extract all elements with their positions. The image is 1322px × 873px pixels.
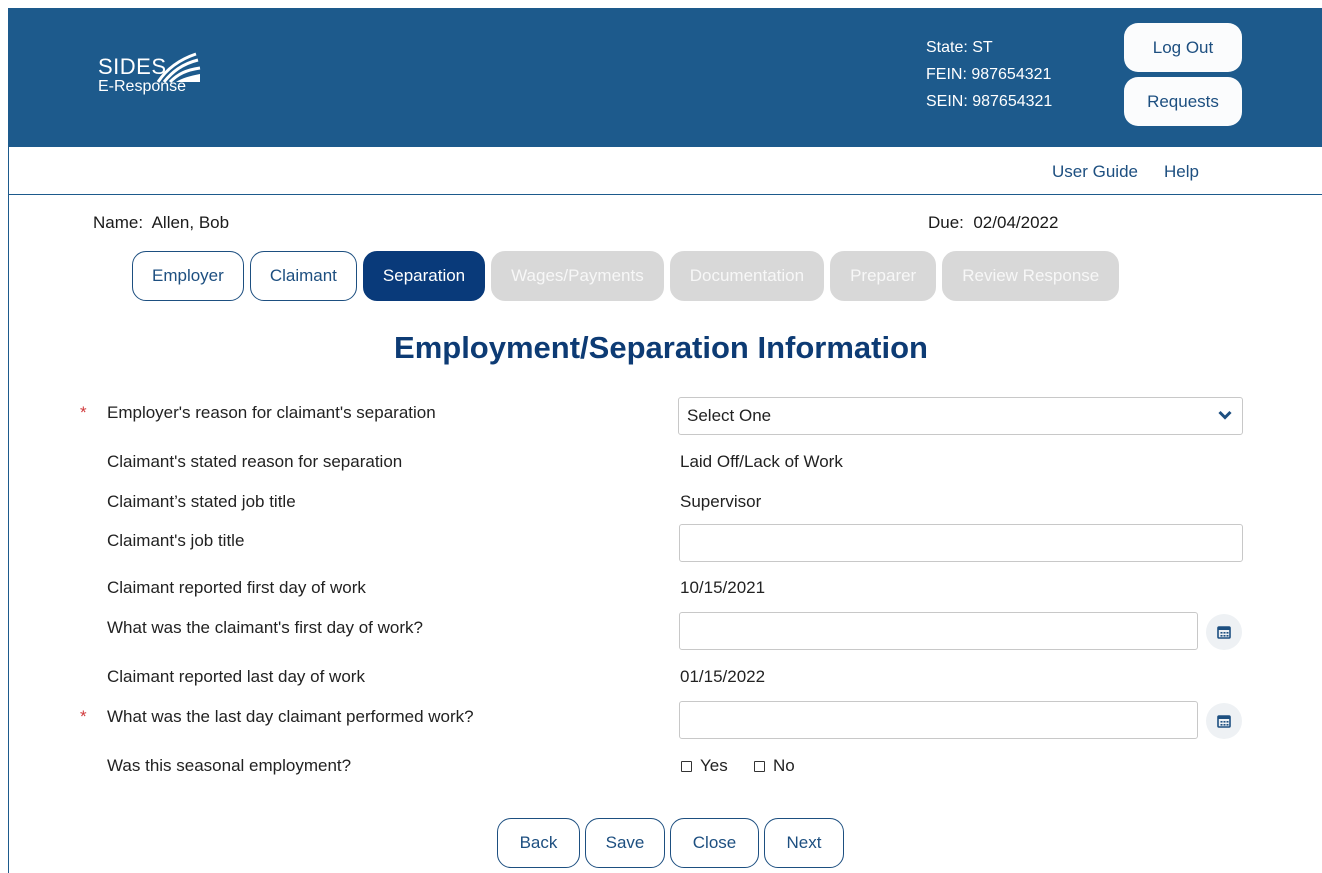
- tab-employer[interactable]: Employer: [132, 251, 244, 301]
- last-day-label: What was the last day claimant performed…: [107, 707, 474, 726]
- close-button[interactable]: Close: [670, 818, 759, 868]
- chevron-down-icon: [1218, 410, 1232, 420]
- header-bar: SIDES E-Response State: ST FEIN: 9876543…: [8, 8, 1322, 147]
- claimant-stated-title-label: Claimant’s stated job title: [107, 492, 296, 511]
- top-links: User Guide Help: [1052, 162, 1225, 182]
- tab-claimant[interactable]: Claimant: [249, 251, 357, 301]
- tab-documentation: Documentation: [669, 251, 825, 301]
- tab-separation[interactable]: Separation: [362, 251, 486, 301]
- logout-button[interactable]: Log Out: [1124, 23, 1242, 72]
- first-day-label: What was the claimant's first day of wor…: [107, 618, 423, 637]
- requests-button[interactable]: Requests: [1124, 77, 1242, 126]
- tab-preparer: Preparer: [830, 251, 937, 301]
- yes-label: Yes: [700, 756, 728, 775]
- job-title-label: Claimant's job title: [107, 531, 245, 550]
- claimant-reason-value: Laid Off/Lack of Work: [680, 452, 843, 471]
- help-link[interactable]: Help: [1164, 162, 1199, 181]
- claimant-stated-title-value: Supervisor: [680, 492, 762, 511]
- claimant-reason-label: Claimant's stated reason for separation: [107, 452, 403, 471]
- user-guide-link[interactable]: User Guide: [1052, 162, 1138, 181]
- step-tabs: Employer Claimant Separation Wages/Payme…: [132, 251, 1120, 301]
- calendar-button-last-day[interactable]: [1206, 703, 1242, 739]
- job-title-input[interactable]: [679, 524, 1243, 562]
- state-text: State: ST: [926, 39, 993, 56]
- last-day-input[interactable]: [679, 701, 1198, 739]
- required-marker: *: [80, 707, 87, 726]
- employer-reason-value: Select One: [687, 406, 772, 425]
- no-label: No: [773, 756, 795, 775]
- reported-last-day-value: 01/15/2022: [680, 667, 766, 686]
- no-checkbox[interactable]: [754, 760, 765, 772]
- sein-text: SEIN: 987654321: [926, 93, 1053, 110]
- seasonal-label: Was this seasonal employment?: [107, 756, 352, 775]
- employer-ids: State: ST FEIN: 987654321 SEIN: 98765432…: [926, 34, 1052, 115]
- sides-logo: SIDES E-Response: [98, 52, 201, 96]
- first-day-input[interactable]: [679, 612, 1198, 650]
- reported-first-day-value: 10/15/2021: [680, 578, 766, 597]
- required-marker: *: [80, 403, 87, 422]
- divider: [8, 194, 1322, 195]
- yes-checkbox[interactable]: [681, 760, 692, 772]
- next-button[interactable]: Next: [764, 818, 844, 868]
- fein-text: FEIN: 987654321: [926, 66, 1052, 83]
- tab-review-response: Review Response: [942, 251, 1120, 301]
- reported-first-day-label: Claimant reported first day of work: [107, 578, 366, 597]
- left-border: [8, 147, 9, 873]
- calendar-button-first-day[interactable]: [1206, 614, 1242, 650]
- due-date: Due: 02/04/2022: [928, 213, 1059, 232]
- back-button[interactable]: Back: [497, 818, 580, 868]
- tab-wages-payments: Wages/Payments: [491, 251, 664, 301]
- employer-reason-label: Employer's reason for claimant's separat…: [107, 403, 436, 422]
- claimant-name: Name: Allen, Bob: [93, 213, 230, 232]
- save-button[interactable]: Save: [585, 818, 665, 868]
- page-title: Employment/Separation Information: [394, 330, 928, 365]
- reported-last-day-label: Claimant reported last day of work: [107, 667, 365, 686]
- employer-reason-select[interactable]: Select One: [678, 397, 1243, 435]
- calendar-icon: [1217, 626, 1231, 639]
- calendar-icon: [1217, 715, 1231, 728]
- sides-swoosh-icon: [156, 52, 201, 84]
- seasonal-yes-option[interactable]: Yes: [681, 756, 728, 776]
- seasonal-no-option[interactable]: No: [754, 756, 795, 776]
